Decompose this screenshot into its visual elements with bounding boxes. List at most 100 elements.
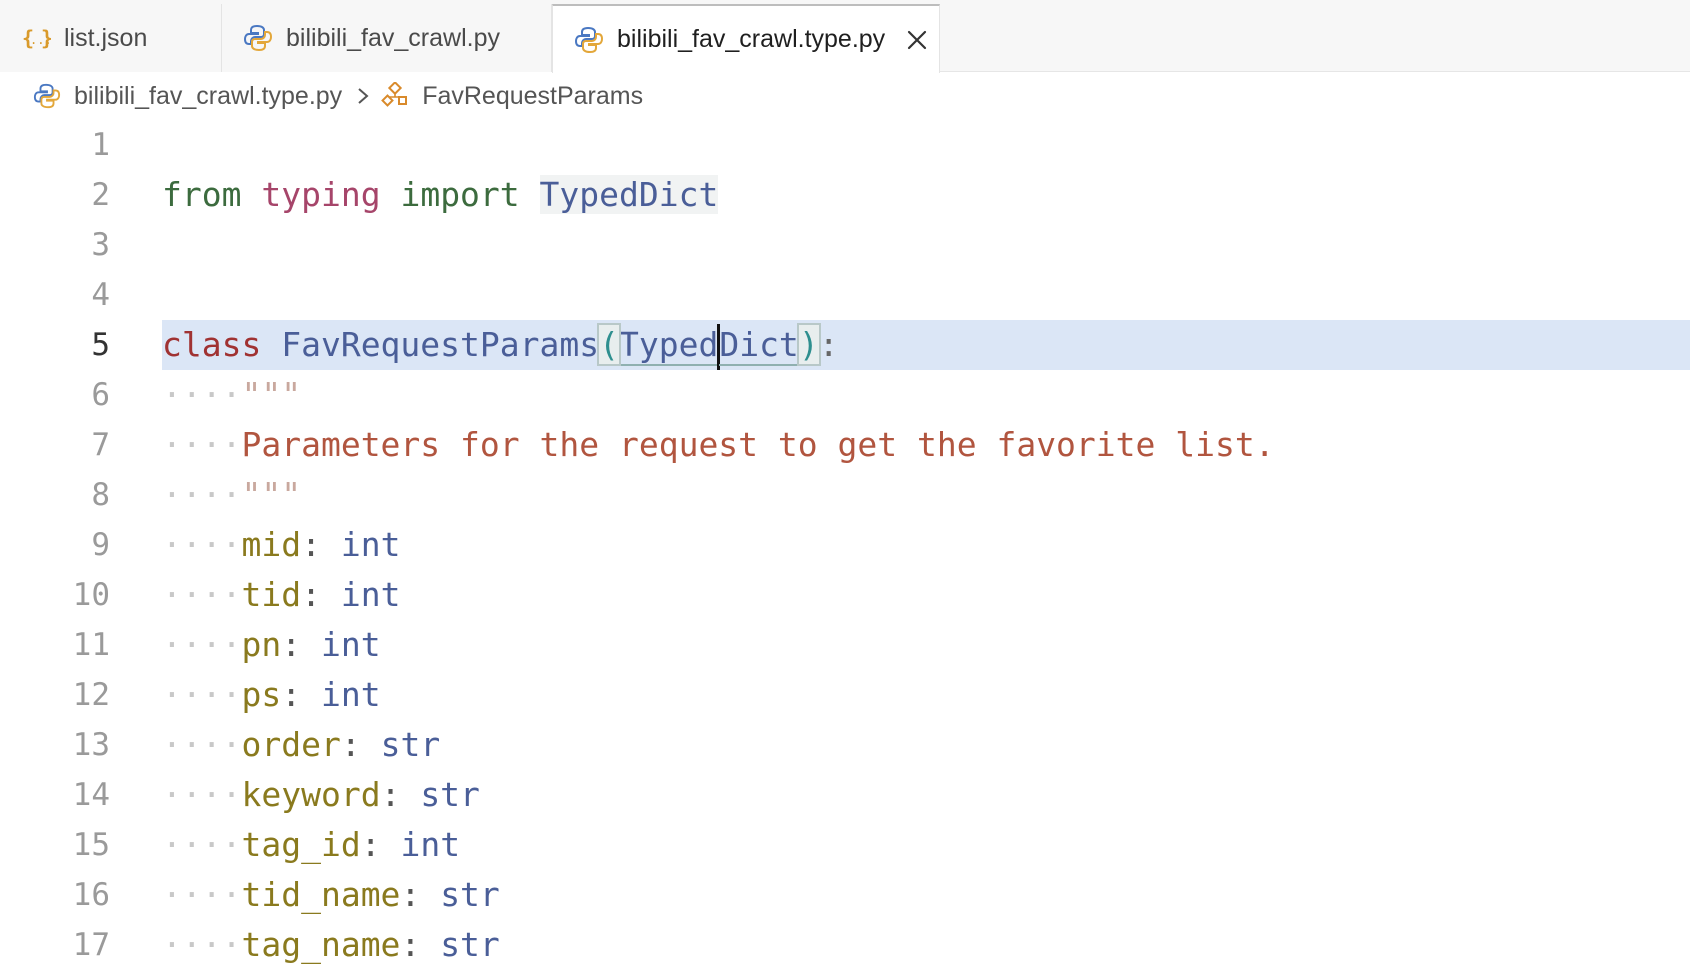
code-text: ····tid_name: str xyxy=(162,870,500,920)
field-name: order xyxy=(241,725,341,764)
code-text: ····tag_name: str xyxy=(162,920,500,970)
code-editor[interactable]: 1 2 from typing import TypedDict 3 4 5 c… xyxy=(0,120,1690,980)
tab-label: bilibili_fav_crawl.type.py xyxy=(617,25,886,53)
indent-whitespace: ···· xyxy=(162,875,242,914)
code-line: 17 ····tag_name: str xyxy=(0,920,1690,970)
code-line: 2 from typing import TypedDict xyxy=(0,170,1690,220)
field-colon: : xyxy=(400,875,441,914)
breadcrumb-symbol[interactable]: FavRequestParams xyxy=(380,81,643,111)
indent-whitespace: ···· xyxy=(162,725,242,764)
breadcrumb-file[interactable]: bilibili_fav_crawl.type.py xyxy=(32,81,342,111)
tab-bilibili-fav-crawl-py[interactable]: bilibili_fav_crawl.py xyxy=(222,4,552,72)
code-line: 15 ····tag_id: int xyxy=(0,820,1690,870)
svg-text:}: } xyxy=(41,26,51,50)
close-icon[interactable] xyxy=(903,26,931,54)
field-name: tid_name xyxy=(241,875,401,914)
line-number: 6 xyxy=(91,377,110,413)
field-type: int xyxy=(320,625,381,664)
code-line: 13 ····order: str xyxy=(0,720,1690,770)
chevron-right-icon xyxy=(350,83,376,109)
indent-whitespace: ···· xyxy=(162,825,242,864)
field-name: ps xyxy=(241,675,282,714)
code-text: ····pn: int xyxy=(162,620,381,670)
line-number: 16 xyxy=(72,877,110,913)
line-number: 11 xyxy=(72,627,110,663)
code-line: 9 ····mid: int xyxy=(0,520,1690,570)
python-icon xyxy=(32,81,62,111)
field-type: int xyxy=(320,675,381,714)
open-paren: ( xyxy=(597,323,621,366)
code-text: ····tag_id: int xyxy=(162,820,460,870)
field-colon: : xyxy=(281,625,321,664)
tab-bilibili-fav-crawl-type-py[interactable]: bilibili_fav_crawl.type.py xyxy=(552,4,940,73)
line-number: 10 xyxy=(72,577,110,613)
docstring-quote: """ xyxy=(241,375,302,414)
class-name: FavRequestParams xyxy=(281,325,600,364)
code-text: class FavRequestParams(TypedDict): xyxy=(162,320,839,370)
line-number: 5 xyxy=(91,327,110,363)
keyword-class: class xyxy=(162,325,262,364)
breadcrumb-symbol-label: FavRequestParams xyxy=(422,81,644,110)
base-class-part: Typed xyxy=(618,325,719,366)
field-colon: : xyxy=(281,675,321,714)
field-type: str xyxy=(440,875,500,914)
field-colon: : xyxy=(340,725,381,764)
line-number: 9 xyxy=(91,527,110,563)
code-line: 8 ····""" xyxy=(0,470,1690,520)
docstring-quote: """ xyxy=(241,475,302,514)
code-line: 16 ····tid_name: str xyxy=(0,870,1690,920)
code-text: ····""" xyxy=(162,370,301,420)
keyword-import: import xyxy=(400,175,520,214)
line-number: 17 xyxy=(72,927,110,963)
tab-list-json[interactable]: { ... } list.json xyxy=(0,4,222,72)
field-name: pn xyxy=(241,625,282,664)
indent-whitespace: ···· xyxy=(162,675,242,714)
field-colon: : xyxy=(360,825,401,864)
line-number: 1 xyxy=(91,127,110,163)
field-type: str xyxy=(380,725,441,764)
field-type: int xyxy=(340,525,401,564)
field-colon: : xyxy=(301,525,341,564)
code-text: ····""" xyxy=(162,470,301,520)
line-number: 7 xyxy=(91,427,110,463)
python-icon xyxy=(573,24,605,56)
code-line: 4 xyxy=(0,270,1690,320)
field-type: str xyxy=(420,775,480,814)
docstring-text: Parameters for the request to get the fa… xyxy=(241,425,1275,464)
module-name: typing xyxy=(261,175,381,214)
keyword-from: from xyxy=(162,175,242,214)
indent-whitespace: ···· xyxy=(162,575,242,614)
close-paren: ) xyxy=(796,323,821,366)
tab-label: list.json xyxy=(64,23,148,52)
code-text: from typing import TypedDict xyxy=(162,170,719,220)
indent-whitespace: ···· xyxy=(162,525,242,564)
indent-whitespace: ···· xyxy=(162,425,242,464)
field-colon: : xyxy=(301,575,341,614)
line-number: 4 xyxy=(91,277,110,313)
editor-tab-bar: { ... } list.json bilibili_fav_crawl.py … xyxy=(0,0,1690,73)
code-line: 7 ····Parameters for the request to get … xyxy=(0,420,1690,470)
line-number: 8 xyxy=(91,477,110,513)
code-line: 14 ····keyword: str xyxy=(0,770,1690,820)
code-line-current: 5 class FavRequestParams(TypedDict): xyxy=(0,320,1690,370)
tab-label: bilibili_fav_crawl.py xyxy=(286,23,500,52)
indent-whitespace: ···· xyxy=(162,925,242,964)
code-text: ····order: str xyxy=(162,720,440,770)
indent-whitespace: ···· xyxy=(162,375,242,414)
json-braces-icon: { ... } xyxy=(20,22,52,54)
breadcrumb: bilibili_fav_crawl.type.py FavRequestPar… xyxy=(0,73,1690,119)
code-line: 12 ····ps: int xyxy=(0,670,1690,720)
field-name: tag_id xyxy=(241,825,361,864)
line-number: 14 xyxy=(72,777,110,813)
line-number: 15 xyxy=(72,827,110,863)
code-line: 11 ····pn: int xyxy=(0,620,1690,670)
imported-symbol: TypedDict xyxy=(539,175,719,214)
breadcrumb-file-label: bilibili_fav_crawl.type.py xyxy=(74,81,343,110)
field-name: mid xyxy=(241,525,302,564)
code-text: ····mid: int xyxy=(162,520,400,570)
field-name: keyword xyxy=(241,775,381,814)
line-number: 12 xyxy=(72,677,110,713)
field-type: int xyxy=(340,575,401,614)
field-colon: : xyxy=(380,775,421,814)
indent-whitespace: ···· xyxy=(162,625,242,664)
